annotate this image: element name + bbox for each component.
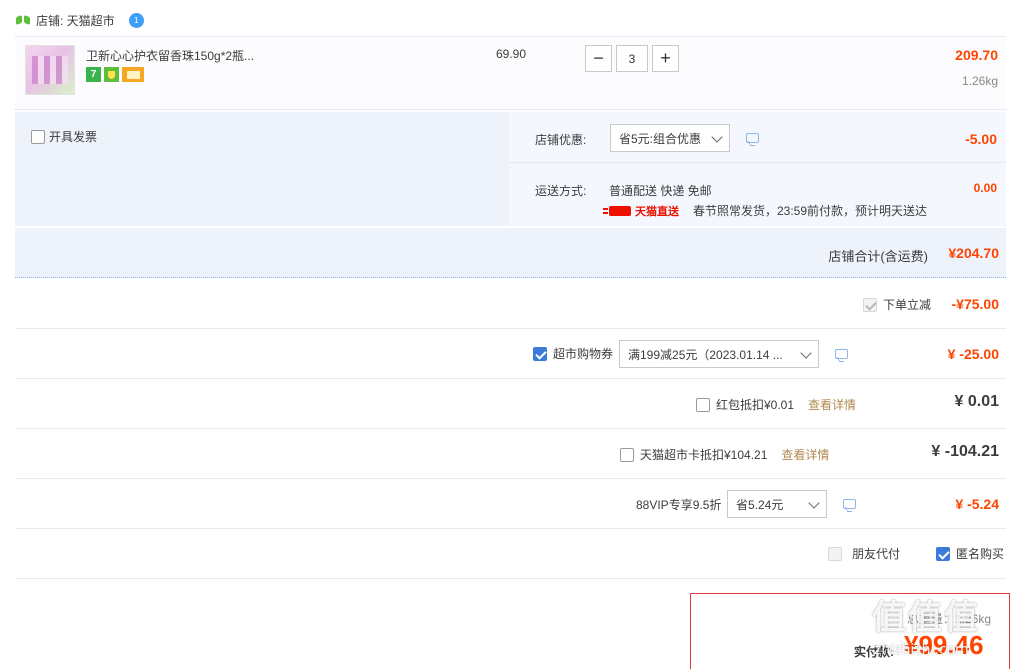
watermark: 值值值 zhizhizhi.com (872, 590, 1012, 669)
redpacket-value: ¥ 0.01 (954, 393, 999, 410)
tmall-card-row: 天猫超市卡抵扣¥104.21 查看详情 ¥ -104.21 (15, 429, 1006, 479)
redpacket-label: 红包抵扣¥0.01 (716, 398, 795, 412)
shop-header: 店铺: 天猫超市 1 (16, 8, 144, 32)
qty-increase-button[interactable]: + (652, 45, 679, 72)
item-thumbnail[interactable] (25, 45, 75, 95)
item-unit-price: 69.90 (496, 47, 527, 61)
shop-subtotal: 店铺合计(含运费) ¥204.70 (15, 228, 1006, 278)
instant-discount-checkbox (862, 297, 877, 312)
tmall-card-option[interactable]: 天猫超市卡抵扣¥104.21 查看详情 (620, 446, 829, 463)
anonymous-option[interactable]: 匿名购买 (936, 545, 1004, 562)
vip-value: ¥ -5.24 (955, 496, 999, 512)
divider (509, 162, 1006, 163)
shipping-type: 普通配送 快递 免邮 (609, 184, 712, 198)
redpacket-option[interactable]: 红包抵扣¥0.01 查看详情 (696, 396, 856, 413)
shop-icon (16, 13, 30, 27)
tmall-card-detail-link[interactable]: 查看详情 (781, 446, 829, 463)
item-badges: 7 (86, 67, 144, 82)
vip-row: 88VIP专享9.5折 省5.24元 ¥ -5.24 (15, 479, 1006, 529)
vip-label: 88VIP专享9.5折 (636, 498, 722, 512)
wangwang-chat-icon[interactable]: 1 (128, 12, 144, 28)
coupon-value: ¥ -25.00 (947, 346, 999, 362)
tmall-card-label: 天猫超市卡抵扣¥104.21 (640, 448, 768, 462)
coupon-row: 超市购物券 满199减25元（2023.01.14 ... ¥ -25.00 (15, 329, 1006, 379)
qty-decrease-button[interactable]: − (585, 45, 612, 72)
shipping-note: 春节照常发货，23:59前付款，预计明天送达 (693, 204, 928, 218)
shipping-label: 运送方式: (535, 184, 587, 198)
friend-pay-option: 朋友代付 (828, 545, 900, 562)
instant-discount-value: -¥75.00 (951, 296, 999, 312)
coupon-checkbox[interactable] (533, 346, 547, 361)
anonymous-label: 匿名购买 (956, 547, 1005, 561)
tmall-card-value: ¥ -104.21 (931, 443, 999, 460)
instant-discount-label: 下单立减 (882, 298, 931, 312)
item-weight: 1.26kg (961, 74, 998, 88)
shipping-value: 0.00 (973, 181, 997, 195)
cart-item-row: 卫新心心护衣留香珠150g*2瓶... 7 69.90 − 3 + 209.70… (15, 36, 1006, 110)
order-options: 开具发票 店铺优惠: 省5元:组合优惠 -5.00 运送方式: 普通配送 快递 … (15, 112, 1006, 226)
invoice-checkbox[interactable] (31, 129, 45, 144)
seven-day-return-icon[interactable]: 7 (86, 67, 101, 82)
message-icon[interactable] (835, 349, 848, 359)
vip-select[interactable]: 省5.24元 (727, 490, 827, 518)
watermark-url: zhizhizhi.com (874, 642, 969, 658)
tmall-cat-icon (603, 205, 631, 216)
invoice-option[interactable]: 开具发票 (31, 128, 97, 145)
shop-name-link[interactable]: 店铺: 天猫超市 (36, 12, 115, 29)
coupon-select-value: 满199减25元（2023.01.14 ... (628, 347, 783, 362)
chevron-down-icon (800, 347, 812, 359)
redpacket-checkbox[interactable] (696, 397, 710, 412)
item-total-price: 209.70 (955, 47, 998, 63)
coupon-label: 超市购物券 (553, 347, 614, 361)
shop-options-panel: 店铺优惠: 省5元:组合优惠 -5.00 运送方式: 普通配送 快递 免邮 0.… (509, 112, 1006, 226)
coupon-option[interactable]: 超市购物券 (533, 345, 613, 362)
redpacket-row: 红包抵扣¥0.01 查看详情 ¥ 0.01 (15, 379, 1006, 429)
credit-card-icon[interactable] (122, 67, 144, 82)
instant-discount-row: 下单立减 -¥75.00 (15, 279, 1006, 329)
quantity-stepper: − 3 + (585, 45, 679, 72)
shop-discount-select[interactable]: 省5元:组合优惠 (610, 124, 730, 152)
chevron-down-icon (711, 131, 723, 143)
coupon-select[interactable]: 满199减25元（2023.01.14 ... (619, 340, 819, 368)
shop-discount-value: -5.00 (965, 131, 997, 147)
instant-discount-option: 下单立减 (862, 296, 931, 313)
shop-discount-select-value: 省5元:组合优惠 (619, 131, 702, 146)
subtotal-value: ¥204.70 (948, 245, 999, 261)
vip-select-value: 省5.24元 (736, 497, 784, 512)
anonymous-checkbox[interactable] (936, 546, 950, 561)
chevron-down-icon (808, 497, 820, 509)
subtotal-label: 店铺合计(含运费) (828, 249, 928, 264)
qty-input[interactable]: 3 (616, 45, 648, 72)
shop-discount-label: 店铺优惠: (535, 133, 587, 147)
tmall-card-checkbox[interactable] (620, 447, 634, 462)
tmall-direct-badge: 天猫直送 春节照常发货，23:59前付款，预计明天送达 (603, 202, 928, 219)
friend-pay-label: 朋友代付 (852, 547, 901, 561)
friend-pay-checkbox (828, 546, 842, 561)
watermark-logo: 值值值 (872, 598, 980, 638)
invoice-label: 开具发票 (49, 130, 98, 144)
tmall-direct-label: 天猫直送 (635, 205, 679, 218)
message-icon[interactable] (843, 499, 856, 509)
guarantee-icon[interactable] (104, 67, 119, 82)
redpacket-detail-link[interactable]: 查看详情 (808, 396, 856, 413)
message-icon[interactable] (746, 133, 759, 143)
pay-options-row: 朋友代付 匿名购买 (15, 529, 1006, 579)
item-title-link[interactable]: 卫新心心护衣留香珠150g*2瓶... (86, 47, 254, 64)
